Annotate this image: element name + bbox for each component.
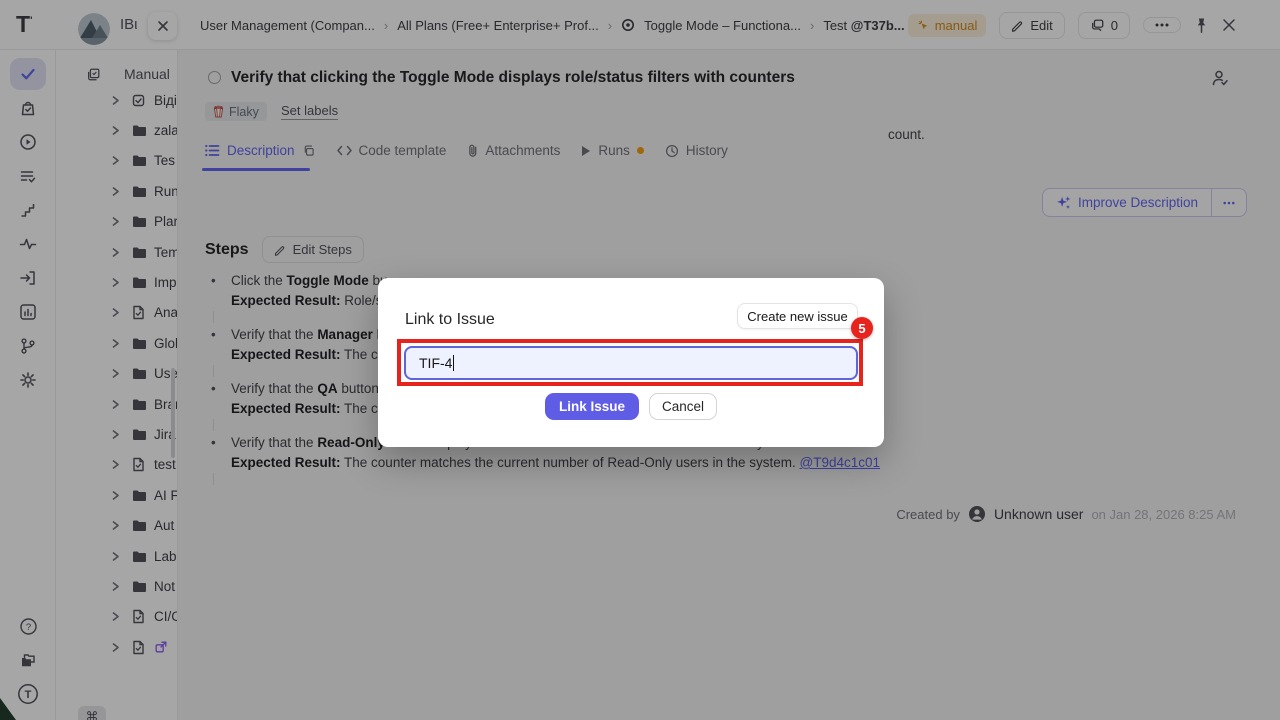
cancel-button[interactable]: Cancel — [649, 393, 717, 420]
link-issue-button[interactable]: Link Issue — [545, 393, 639, 420]
create-new-issue-button[interactable]: Create new issue — [737, 303, 858, 329]
app-root: T' IBι User Management (Compan... › All … — [0, 0, 1280, 720]
annotation-step-badge: 5 — [851, 317, 873, 339]
annotation-highlight-rect — [397, 339, 863, 386]
modal-title: Link to Issue — [405, 311, 495, 329]
